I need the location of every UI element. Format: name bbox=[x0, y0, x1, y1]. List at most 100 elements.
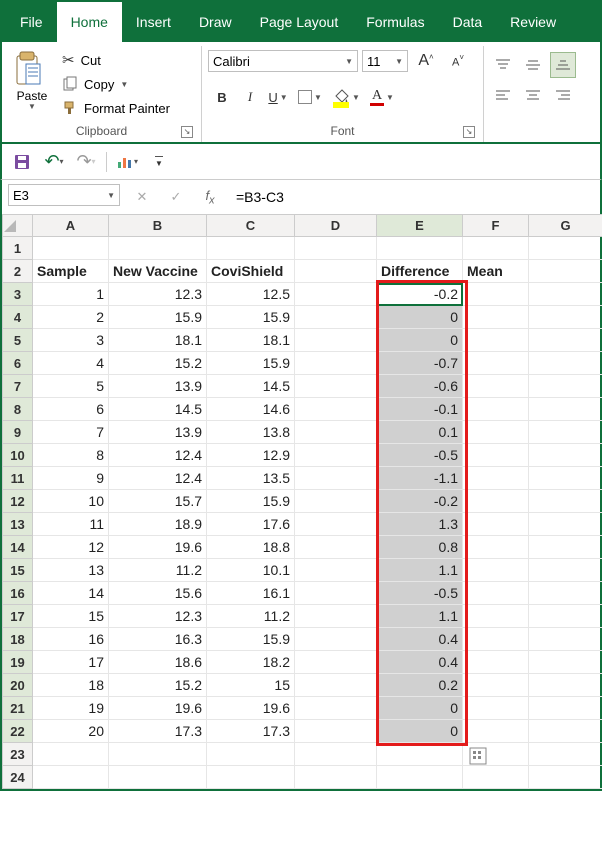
align-left-button[interactable] bbox=[490, 82, 516, 108]
tab-formulas[interactable]: Formulas bbox=[352, 2, 438, 42]
cell[interactable]: 5 bbox=[33, 375, 109, 398]
cell[interactable]: 1.3 bbox=[377, 513, 463, 536]
cell-header-new-vaccine[interactable]: New Vaccine bbox=[109, 260, 207, 283]
cell-header-covishield[interactable]: CoviShield bbox=[207, 260, 295, 283]
cell[interactable] bbox=[33, 766, 109, 789]
cell[interactable]: 7 bbox=[33, 421, 109, 444]
cell[interactable]: 1.1 bbox=[377, 559, 463, 582]
cell[interactable] bbox=[109, 743, 207, 766]
cell[interactable]: 18.1 bbox=[207, 329, 295, 352]
cell[interactable]: 15.9 bbox=[207, 628, 295, 651]
tab-data[interactable]: Data bbox=[439, 2, 497, 42]
cell[interactable] bbox=[33, 237, 109, 260]
cell[interactable]: 9 bbox=[33, 467, 109, 490]
col-header-D[interactable]: D bbox=[295, 215, 377, 237]
cell[interactable] bbox=[529, 766, 602, 789]
cell[interactable]: 6 bbox=[33, 398, 109, 421]
cell[interactable]: -0.5 bbox=[377, 582, 463, 605]
cell[interactable]: 14.6 bbox=[207, 398, 295, 421]
row-header[interactable]: 22 bbox=[3, 720, 33, 743]
cell[interactable]: 11.2 bbox=[109, 559, 207, 582]
tab-file[interactable]: File bbox=[6, 2, 57, 42]
font-size-select[interactable]: 11 ▼ bbox=[362, 50, 408, 72]
border-button[interactable]: ▼ bbox=[292, 84, 328, 110]
cell[interactable]: 1 bbox=[33, 283, 109, 306]
cell[interactable] bbox=[295, 421, 377, 444]
cell[interactable]: 18 bbox=[33, 674, 109, 697]
tab-home[interactable]: Home bbox=[57, 2, 122, 42]
cell[interactable] bbox=[207, 743, 295, 766]
cell[interactable] bbox=[529, 467, 602, 490]
cell[interactable] bbox=[463, 352, 529, 375]
cell[interactable]: 11 bbox=[33, 513, 109, 536]
cancel-formula-button[interactable]: ✕ bbox=[126, 184, 158, 210]
col-header-C[interactable]: C bbox=[207, 215, 295, 237]
cell[interactable] bbox=[529, 260, 602, 283]
cell[interactable] bbox=[295, 375, 377, 398]
cell[interactable] bbox=[463, 536, 529, 559]
cell[interactable]: 13.9 bbox=[109, 421, 207, 444]
cell[interactable] bbox=[463, 766, 529, 789]
col-header-E[interactable]: E bbox=[377, 215, 463, 237]
row-header[interactable]: 2 bbox=[3, 260, 33, 283]
paste-button[interactable]: Paste ▼ bbox=[8, 48, 56, 114]
cell[interactable]: 15.9 bbox=[207, 352, 295, 375]
cell[interactable]: 1.1 bbox=[377, 605, 463, 628]
row-header[interactable]: 7 bbox=[3, 375, 33, 398]
cell[interactable]: 0.2 bbox=[377, 674, 463, 697]
cell[interactable] bbox=[377, 237, 463, 260]
format-painter-button[interactable]: Format Painter bbox=[58, 96, 174, 120]
cell[interactable]: 2 bbox=[33, 306, 109, 329]
cell[interactable] bbox=[529, 421, 602, 444]
cell[interactable] bbox=[295, 329, 377, 352]
row-header[interactable]: 20 bbox=[3, 674, 33, 697]
cell[interactable]: 15.2 bbox=[109, 352, 207, 375]
chart-quick-button[interactable]: ▾ bbox=[115, 150, 139, 174]
tab-page-layout[interactable]: Page Layout bbox=[246, 2, 353, 42]
cell[interactable] bbox=[295, 513, 377, 536]
cell[interactable]: 0.4 bbox=[377, 628, 463, 651]
cell[interactable] bbox=[529, 651, 602, 674]
cell[interactable] bbox=[463, 674, 529, 697]
cell[interactable] bbox=[463, 398, 529, 421]
cell[interactable] bbox=[529, 697, 602, 720]
cell[interactable]: 8 bbox=[33, 444, 109, 467]
align-bottom-button[interactable] bbox=[550, 52, 576, 78]
row-header[interactable]: 21 bbox=[3, 697, 33, 720]
row-header[interactable]: 18 bbox=[3, 628, 33, 651]
tab-review[interactable]: Review bbox=[496, 2, 570, 42]
row-header[interactable]: 1 bbox=[3, 237, 33, 260]
cell[interactable] bbox=[377, 766, 463, 789]
cell[interactable] bbox=[207, 237, 295, 260]
col-header-B[interactable]: B bbox=[109, 215, 207, 237]
cell[interactable] bbox=[295, 651, 377, 674]
cell[interactable]: 0.1 bbox=[377, 421, 463, 444]
cell[interactable]: 0 bbox=[377, 329, 463, 352]
cell[interactable] bbox=[295, 490, 377, 513]
cell[interactable]: 14.5 bbox=[207, 375, 295, 398]
cell[interactable] bbox=[529, 674, 602, 697]
decrease-font-button[interactable]: A˅ bbox=[444, 48, 472, 74]
cell[interactable] bbox=[295, 467, 377, 490]
row-header[interactable]: 5 bbox=[3, 329, 33, 352]
cell[interactable]: 15.9 bbox=[207, 490, 295, 513]
cell[interactable] bbox=[529, 559, 602, 582]
redo-button[interactable]: ↷▾ bbox=[74, 150, 98, 174]
cell[interactable] bbox=[463, 605, 529, 628]
row-header[interactable]: 14 bbox=[3, 536, 33, 559]
select-all-button[interactable] bbox=[3, 215, 33, 237]
name-box[interactable]: E3 ▼ bbox=[8, 184, 120, 206]
cell[interactable]: 11.2 bbox=[207, 605, 295, 628]
cell[interactable]: -0.2 bbox=[377, 283, 463, 306]
cell[interactable]: 3 bbox=[33, 329, 109, 352]
cell[interactable] bbox=[463, 283, 529, 306]
row-header[interactable]: 15 bbox=[3, 559, 33, 582]
cell[interactable] bbox=[109, 237, 207, 260]
cell[interactable] bbox=[529, 283, 602, 306]
copy-button[interactable]: Copy ▼ bbox=[58, 72, 174, 96]
cell[interactable] bbox=[295, 444, 377, 467]
cell[interactable] bbox=[33, 743, 109, 766]
cell[interactable]: 12.5 bbox=[207, 283, 295, 306]
cell[interactable]: 0.4 bbox=[377, 651, 463, 674]
cell[interactable] bbox=[529, 628, 602, 651]
